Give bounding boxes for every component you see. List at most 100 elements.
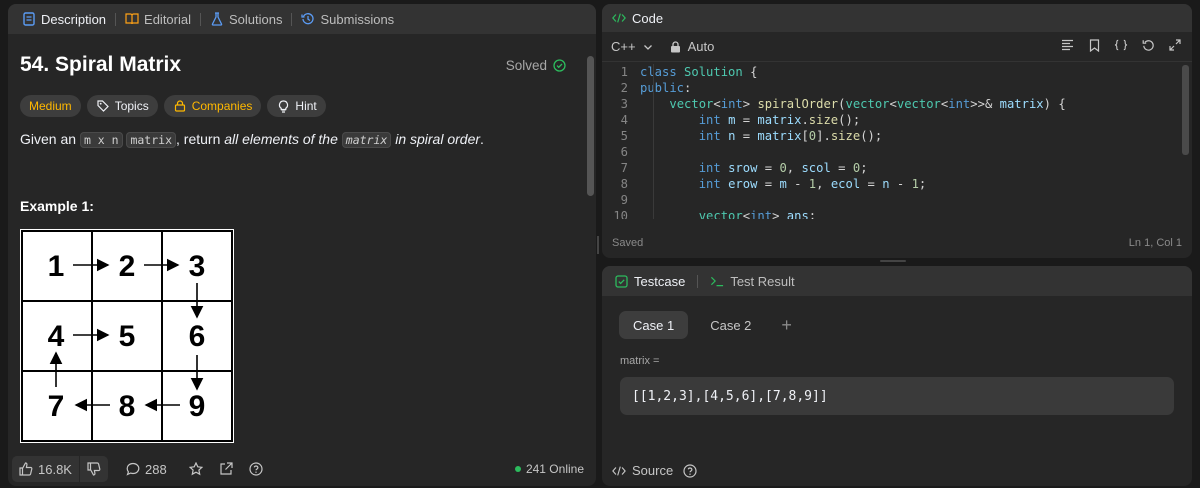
tab-submissions-label: Submissions: [320, 11, 395, 27]
code-line: 7 int srow = 0, scol = 0;: [602, 160, 1182, 176]
case-tab-1[interactable]: Case 1: [619, 311, 689, 339]
line-number: 6: [620, 145, 628, 159]
param-value: [[1,2,3],[4,5,6],[7,8,9]]: [632, 388, 828, 404]
hint-chip[interactable]: Hint: [267, 95, 326, 117]
testcase-header: Testcase Test Result: [602, 266, 1192, 296]
difficulty-label: Medium: [29, 99, 72, 113]
code-line: 1 class Solution {: [602, 64, 1182, 80]
hint-label: Hint: [295, 99, 317, 113]
tab-submissions[interactable]: Submissions: [295, 4, 400, 34]
code-line: 4 int m = matrix.size();: [602, 112, 1182, 128]
title-row: 54. Spiral Matrix Solved: [20, 51, 570, 79]
grid-cell: 6: [189, 320, 206, 353]
description-scrollbar[interactable]: [584, 34, 596, 456]
share-button[interactable]: [219, 462, 233, 476]
inline-code: matrix: [126, 132, 176, 148]
like-group: 16.8K: [12, 456, 108, 482]
statement-text: , return: [176, 131, 225, 147]
code-panel-title: Code: [632, 10, 664, 26]
share-icon: [219, 462, 233, 476]
code-line: 8 int erow = m - 1, ecol = n - 1;: [602, 176, 1182, 192]
grid-cell: 4: [48, 320, 65, 353]
help-button[interactable]: [249, 462, 263, 476]
scrollbar-thumb[interactable]: [587, 56, 594, 196]
line-number: 10: [613, 209, 628, 219]
inline-code: matrix: [341, 132, 392, 148]
grid-cell: 1: [48, 250, 65, 283]
thumbs-down-icon: [87, 462, 101, 476]
lock-icon: [173, 99, 187, 113]
line-number: 2: [620, 81, 628, 95]
spiral-matrix-diagram: 1 2 3 4 5 6 7 8 9: [21, 230, 233, 442]
language-select[interactable]: C++: [611, 39, 655, 54]
companies-chip[interactable]: Companies: [163, 95, 262, 117]
code-panel: Code C++ Auto 1 class Solution {2 publi…: [602, 4, 1192, 258]
tab-testcase[interactable]: Testcase: [614, 274, 685, 289]
tab-divider: [697, 274, 699, 288]
param-input[interactable]: [[1,2,3],[4,5,6],[7,8,9]]: [620, 377, 1174, 415]
editor-statusbar: Saved Ln 1, Col 1: [602, 228, 1192, 258]
tab-divider: [291, 12, 293, 26]
horizontal-splitter[interactable]: [880, 260, 906, 262]
auto-mode-toggle[interactable]: Auto: [669, 39, 714, 54]
topics-chip[interactable]: Topics: [86, 95, 158, 117]
grid-cell: 7: [48, 390, 65, 423]
question-icon[interactable]: [683, 463, 697, 478]
code-line: 10 vector<int> ans;: [602, 208, 1182, 219]
problem-title[interactable]: 54. Spiral Matrix: [20, 53, 181, 77]
reset-icon[interactable]: [1141, 38, 1155, 52]
line-number: 3: [620, 97, 628, 111]
testcase-panel: Testcase Test Result Case 1 Case 2 + mat…: [602, 266, 1192, 486]
question-icon: [249, 462, 263, 476]
tab-description-label: Description: [41, 11, 107, 27]
line-number: 4: [620, 113, 628, 127]
like-button[interactable]: 16.8K: [12, 456, 79, 482]
comments-button[interactable]: 288: [126, 462, 167, 477]
editor-scrollbar[interactable]: [1182, 65, 1189, 155]
line-number: 1: [620, 65, 628, 79]
dislike-button[interactable]: [80, 456, 108, 482]
code-icon: [612, 11, 626, 25]
add-case-icon[interactable]: +: [781, 315, 792, 336]
topics-label: Topics: [114, 99, 149, 113]
tag-icon: [96, 99, 110, 113]
vertical-splitter[interactable]: [597, 236, 599, 254]
code-icon: [612, 464, 626, 478]
code-line: 5 int n = matrix[0].size();: [602, 128, 1182, 144]
tab-solutions[interactable]: Solutions: [204, 4, 288, 34]
online-count: 241 Online: [525, 462, 584, 476]
bookmark-icon[interactable]: [1087, 38, 1101, 52]
braces-icon[interactable]: [1114, 38, 1128, 52]
code-line: 2 public:: [602, 80, 1182, 96]
case-tabs: Case 1 Case 2 +: [619, 311, 1192, 339]
statement-emphasis: in spiral order: [391, 131, 481, 147]
star-icon: [188, 462, 203, 476]
chevron-down-icon: [641, 40, 655, 54]
indent-guide: [653, 64, 654, 219]
thumbs-up-icon: [19, 462, 33, 476]
expand-icon[interactable]: [1168, 38, 1182, 52]
comment-count: 288: [144, 461, 167, 477]
editor-tools: [1060, 38, 1182, 52]
tab-description[interactable]: Description: [16, 4, 112, 34]
flask-icon: [210, 12, 224, 26]
code-panel-header: Code: [602, 4, 1192, 32]
solved-status: Solved: [506, 58, 566, 73]
difficulty-chip: Medium: [20, 95, 81, 117]
format-icon[interactable]: [1060, 38, 1074, 52]
grid-cell: 8: [119, 390, 136, 423]
source-button[interactable]: Source: [612, 463, 697, 478]
online-dot: [514, 466, 521, 472]
grid-cell: 3: [189, 250, 206, 283]
code-editor[interactable]: 1 class Solution { 2 public: 3 vector<int>…: [602, 64, 1182, 219]
tab-test-result[interactable]: Test Result: [710, 274, 795, 289]
tab-testcase-label: Testcase: [634, 273, 686, 289]
case-tab-2[interactable]: Case 2: [696, 311, 765, 339]
book-icon: [125, 12, 139, 26]
tab-editorial[interactable]: Editorial: [119, 4, 197, 34]
problem-description: 54. Spiral Matrix Solved Medium Topics C…: [8, 34, 582, 452]
line-number: 9: [620, 193, 628, 207]
grid-cell: 2: [119, 250, 136, 283]
history-icon: [301, 12, 315, 26]
favorite-button[interactable]: [188, 462, 203, 476]
